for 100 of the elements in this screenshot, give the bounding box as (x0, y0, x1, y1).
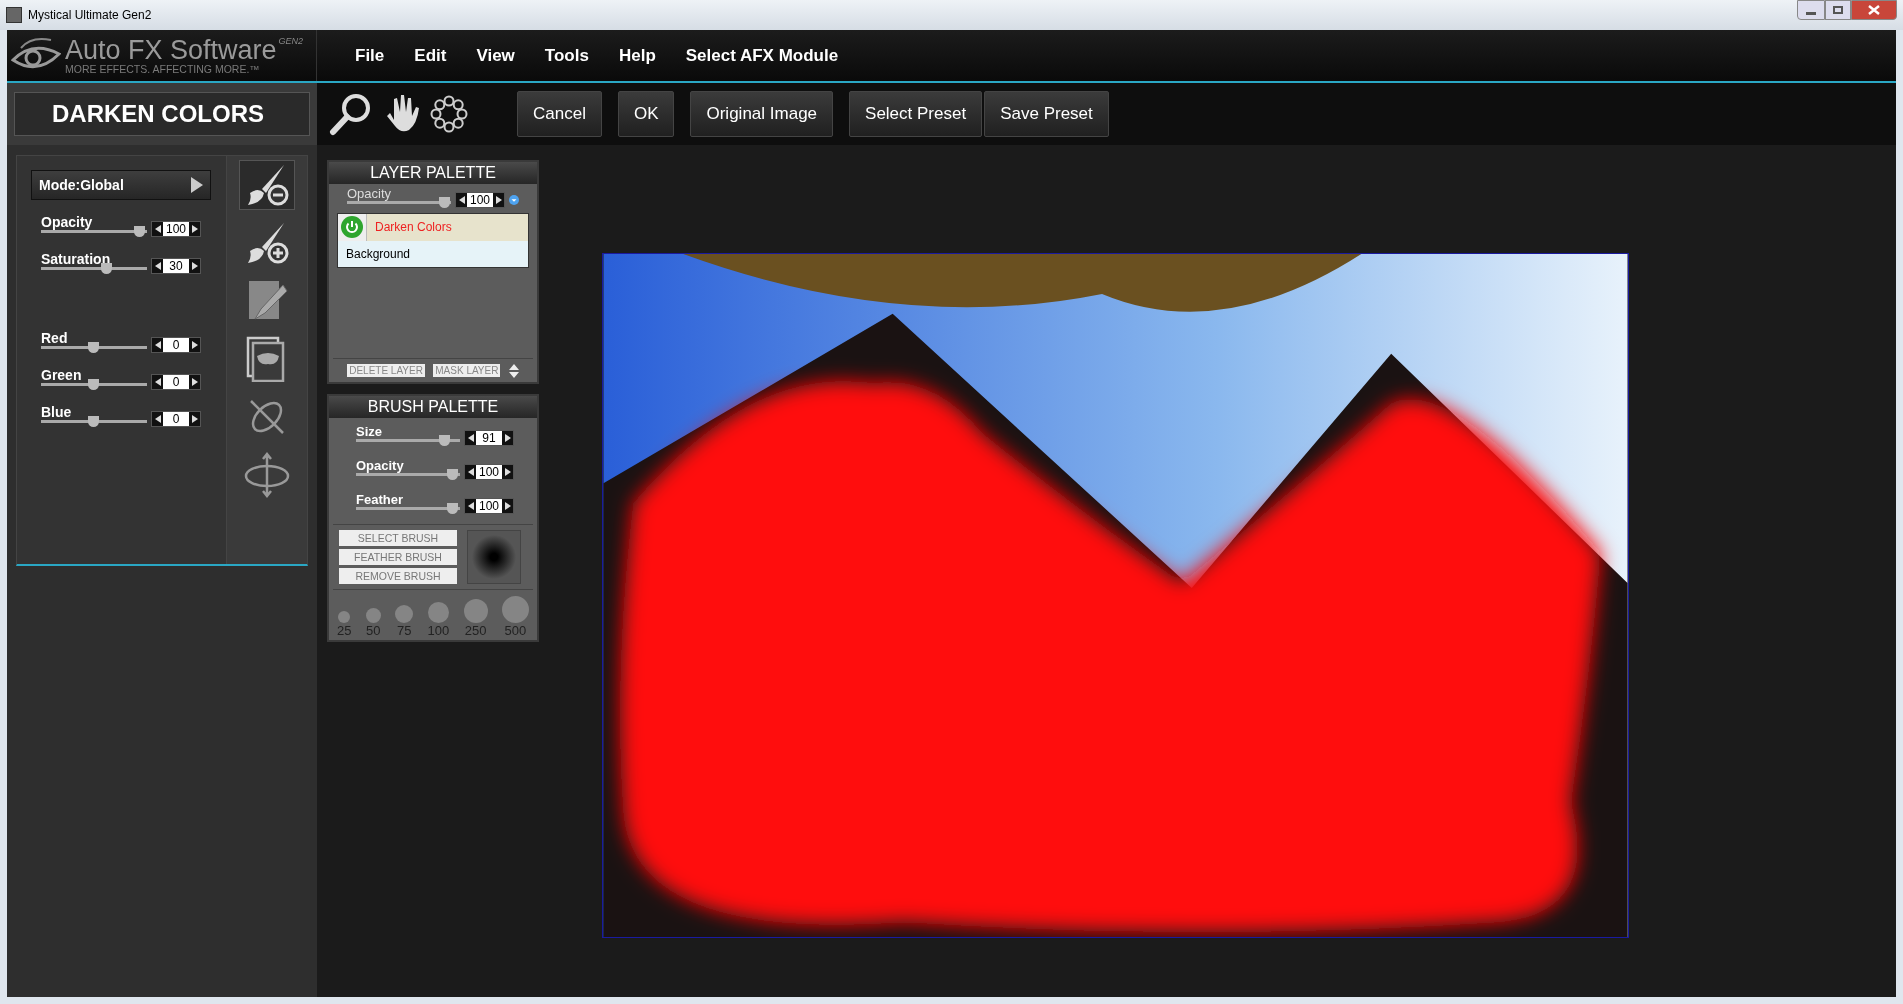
right-arrow-icon (191, 225, 198, 233)
number-spinner[interactable]: 100 (464, 498, 514, 514)
slider-thumb[interactable] (100, 263, 112, 274)
search-icon[interactable] (329, 92, 373, 136)
rotate-axes-icon (243, 452, 291, 498)
increment-button[interactable] (189, 259, 200, 273)
slider-thumb[interactable] (438, 197, 450, 208)
left-arrow-icon (467, 468, 474, 476)
brush-action-button[interactable]: FEATHER BRUSH (339, 549, 457, 565)
close-button[interactable] (1851, 0, 1897, 20)
brush-size-label: 25 (337, 624, 352, 638)
menu-item[interactable]: Select AFX Module (685, 42, 839, 69)
palette-title: BRUSH PALETTE (329, 396, 537, 418)
left-arrow-icon (467, 434, 474, 442)
decrement-button[interactable] (465, 499, 476, 513)
number-spinner[interactable]: 0 (151, 411, 201, 427)
visibility-toggle[interactable] (338, 214, 367, 241)
increment-button[interactable] (189, 222, 200, 236)
spinner-value: 100 (467, 193, 493, 207)
number-spinner[interactable]: 100 (464, 464, 514, 480)
brush-preview (467, 530, 521, 584)
slider-thumb[interactable] (133, 226, 145, 237)
minimize-button[interactable] (1797, 0, 1825, 20)
slider-label: Blue (41, 404, 73, 420)
toolbar-button[interactable]: OK (617, 91, 675, 137)
menu-item[interactable]: File (355, 42, 385, 69)
logo-name: Auto FX Software (65, 36, 277, 64)
layer-name: Darken Colors (374, 219, 453, 237)
menu-item[interactable]: Edit (414, 42, 447, 69)
maximize-button[interactable] (1825, 0, 1851, 20)
decrement-button[interactable] (465, 465, 476, 479)
slider-label: Size (356, 424, 383, 439)
decrement-button[interactable] (152, 259, 163, 273)
tool-button[interactable] (239, 160, 295, 210)
increment-button[interactable] (189, 338, 200, 352)
number-spinner[interactable]: 30 (151, 258, 201, 274)
brush-size-label: 250 (464, 624, 487, 638)
slider-thumb[interactable] (87, 342, 99, 353)
number-spinner[interactable]: 0 (151, 337, 201, 353)
slider-thumb[interactable] (446, 469, 458, 480)
slider-thumb[interactable] (439, 435, 451, 446)
right-arrow-icon (504, 434, 511, 442)
toolbar-button[interactable]: Cancel (517, 91, 602, 137)
spinner-value: 30 (163, 259, 189, 273)
right-arrow-icon (191, 262, 198, 270)
slider-thumb[interactable] (87, 416, 99, 427)
spinner-value: 0 (163, 375, 189, 389)
number-spinner[interactable]: 0 (151, 374, 201, 390)
increment-button[interactable] (502, 431, 513, 445)
left-arrow-icon (154, 341, 161, 349)
slider-label: Green (41, 367, 83, 383)
increment-button[interactable] (502, 499, 513, 513)
decrement-button[interactable] (152, 375, 163, 389)
increment-button[interactable] (493, 193, 504, 207)
left-arrow-icon (154, 262, 161, 270)
spinner-value: 0 (163, 412, 189, 426)
toolbar-button[interactable]: Save Preset (984, 91, 1109, 137)
dotted-circle-icon[interactable] (429, 94, 469, 134)
increment-button[interactable] (502, 465, 513, 479)
layer-row[interactable]: Background (338, 240, 528, 267)
left-arrow-icon (154, 225, 161, 233)
slider-thumb[interactable] (446, 503, 458, 514)
decrement-button[interactable] (465, 431, 476, 445)
layer-name: Background (345, 245, 412, 263)
right-arrow-icon (504, 468, 511, 476)
brush-size-label: 100 (427, 624, 450, 638)
brush-action-button[interactable]: REMOVE BRUSH (339, 568, 457, 584)
decrement-button[interactable] (152, 222, 163, 236)
up-down-arrows-icon[interactable] (508, 363, 519, 378)
slider-label: Feather (356, 492, 404, 507)
number-spinner[interactable]: 100 (151, 221, 201, 237)
minimize-icon (1806, 11, 1816, 15)
slider-label: Opacity (347, 186, 393, 201)
slider-label: Red (41, 330, 69, 346)
brush-action-button[interactable]: SELECT BRUSH (339, 530, 457, 546)
number-spinner[interactable]: 91 (464, 430, 514, 446)
maximize-icon (1833, 6, 1843, 14)
right-arrow-icon (191, 341, 198, 349)
slider-thumb[interactable] (87, 379, 99, 390)
palette-title: LAYER PALETTE (329, 162, 537, 184)
toolbar-button[interactable]: Original Image (690, 91, 834, 137)
decrement-button[interactable] (152, 338, 163, 352)
slider-label: Opacity (356, 458, 405, 473)
spinner-value: 100 (163, 222, 189, 236)
spinner-value: 0 (163, 338, 189, 352)
logo-edition: GEN2 (278, 36, 304, 46)
menu-item[interactable]: Tools (544, 42, 589, 69)
brush-size-label: 500 (504, 624, 527, 638)
increment-button[interactable] (189, 375, 200, 389)
increment-button[interactable] (189, 412, 200, 426)
dropdown-circle-icon[interactable] (509, 194, 519, 206)
number-spinner[interactable]: 100 (455, 192, 505, 208)
left-arrow-icon (458, 196, 465, 204)
decrement-button[interactable] (456, 193, 467, 207)
decrement-button[interactable] (152, 412, 163, 426)
play-arrow-icon (191, 177, 203, 193)
menu-item[interactable]: View (476, 42, 515, 69)
mode-selector[interactable]: Mode:Global (31, 170, 211, 200)
menu-item[interactable]: Help (618, 42, 656, 69)
toolbar-button[interactable]: Select Preset (849, 91, 983, 137)
